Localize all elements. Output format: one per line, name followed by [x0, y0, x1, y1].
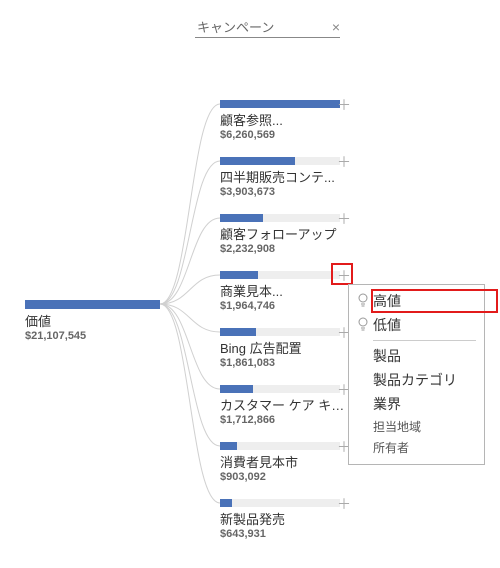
expand-icon[interactable]: ＋: [337, 212, 351, 226]
breakdown-menu-item[interactable]: 高値: [349, 289, 484, 313]
child-label: 商業見本...: [220, 281, 350, 300]
child-value: $903,092: [220, 471, 355, 483]
child-value: $2,232,908: [220, 243, 355, 255]
breakdown-menu-item[interactable]: 製品: [349, 344, 484, 368]
child-node[interactable]: ＋カスタマー ケア キャン...$1,712,866: [220, 385, 355, 426]
child-bar-fill: [220, 157, 295, 165]
child-value: $1,861,083: [220, 357, 355, 369]
root-node[interactable]: 価値 $21,107,545: [25, 300, 160, 342]
breakdown-menu-item[interactable]: 業界: [349, 392, 484, 416]
child-bar-track: [220, 328, 340, 336]
child-label: 新製品発売: [220, 509, 350, 528]
menu-item-label: 所有者: [373, 439, 476, 456]
menu-item-label: 低値: [373, 315, 476, 335]
breakdown-menu-item[interactable]: 製品カテゴリ: [349, 368, 484, 392]
expand-icon[interactable]: ＋: [337, 155, 351, 169]
child-node[interactable]: ＋商業見本...$1,964,746: [220, 271, 355, 312]
child-label: 消費者見本市: [220, 452, 350, 471]
child-value: $6,260,569: [220, 129, 355, 141]
child-bar-fill: [220, 442, 237, 450]
child-node[interactable]: ＋四半期販売コンテ...$3,903,673: [220, 157, 355, 198]
root-bar: [25, 300, 160, 309]
child-bar-track: [220, 385, 340, 393]
breakdown-menu-item[interactable]: 低値: [349, 313, 484, 337]
root-value: $21,107,545: [25, 330, 160, 342]
expand-icon[interactable]: ＋: [337, 497, 351, 511]
child-bar-fill: [220, 385, 253, 393]
insight-bulb-icon: [355, 317, 371, 334]
search-field[interactable]: ×: [195, 18, 340, 38]
child-value: $1,712,866: [220, 414, 355, 426]
child-bar-track: [220, 214, 340, 222]
child-label: 顧客参照...: [220, 110, 350, 129]
child-label: Bing 広告配置: [220, 338, 350, 357]
child-label: 四半期販売コンテ...: [220, 167, 350, 186]
expand-icon[interactable]: ＋: [337, 269, 351, 283]
menu-item-label: 製品: [373, 346, 476, 366]
child-bar-track: [220, 271, 340, 279]
child-value: $1,964,746: [220, 300, 355, 312]
child-bar-fill: [220, 328, 256, 336]
menu-item-label: 業界: [373, 394, 476, 414]
breakdown-menu[interactable]: 高値低値製品製品カテゴリ業界担当地域所有者: [348, 284, 485, 465]
breakdown-menu-item[interactable]: 担当地域: [349, 416, 484, 437]
expand-icon[interactable]: ＋: [337, 98, 351, 112]
child-label: 顧客フォローアップ: [220, 224, 350, 243]
menu-item-label: 製品カテゴリ: [373, 370, 476, 390]
menu-item-label: 高値: [373, 291, 476, 311]
child-label: カスタマー ケア キャン...: [220, 395, 350, 414]
child-value: $3,903,673: [220, 186, 355, 198]
child-bar-fill: [220, 271, 258, 279]
menu-separator: [373, 340, 476, 341]
child-bar-track: [220, 100, 340, 108]
search-input[interactable]: [195, 18, 319, 35]
child-node[interactable]: ＋顧客参照...$6,260,569: [220, 100, 355, 141]
child-bar-fill: [220, 100, 340, 108]
child-bar-track: [220, 442, 340, 450]
menu-item-label: 担当地域: [373, 418, 476, 435]
child-node[interactable]: ＋消費者見本市$903,092: [220, 442, 355, 483]
child-bar-fill: [220, 214, 263, 222]
breakdown-menu-item[interactable]: 所有者: [349, 437, 484, 458]
child-value: $643,931: [220, 528, 355, 540]
child-node[interactable]: ＋Bing 広告配置$1,861,083: [220, 328, 355, 369]
child-node[interactable]: ＋新製品発売$643,931: [220, 499, 355, 540]
insight-bulb-icon: [355, 293, 371, 310]
child-bar-track: [220, 157, 340, 165]
root-label: 価値: [25, 311, 160, 330]
clear-icon[interactable]: ×: [332, 20, 340, 34]
child-node[interactable]: ＋顧客フォローアップ$2,232,908: [220, 214, 355, 255]
child-bar-fill: [220, 499, 232, 507]
child-bar-track: [220, 499, 340, 507]
